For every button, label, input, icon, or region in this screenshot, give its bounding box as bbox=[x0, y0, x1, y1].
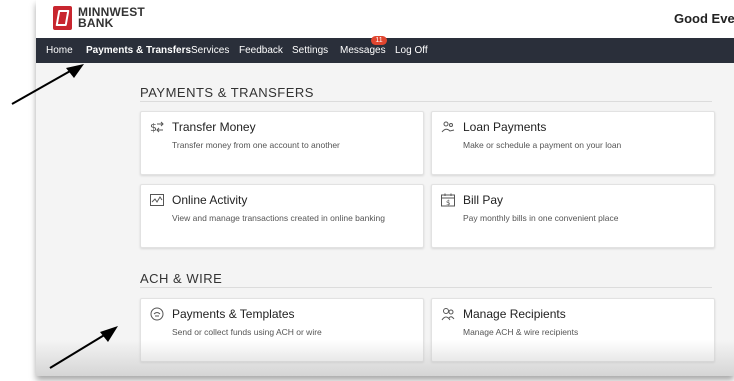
nav-services[interactable]: Services bbox=[191, 45, 229, 56]
minnwest-logo-icon[interactable] bbox=[53, 6, 72, 30]
card-title: Transfer Money bbox=[172, 120, 256, 134]
payments-templates-icon bbox=[150, 307, 164, 321]
messages-count-badge: 11 bbox=[371, 36, 387, 45]
card-online-activity[interactable]: Online Activity View and manage transact… bbox=[140, 184, 424, 248]
section-title-ach-wire: ACH & WIRE bbox=[140, 271, 223, 286]
recipients-icon bbox=[441, 308, 455, 321]
card-bill-pay[interactable]: $ Bill Pay Pay monthly bills in one conv… bbox=[431, 184, 715, 248]
bill-calendar-icon: $ bbox=[441, 193, 455, 207]
section-divider bbox=[140, 101, 712, 102]
nav-log-off[interactable]: Log Off bbox=[395, 45, 428, 56]
svg-text:$: $ bbox=[150, 121, 157, 134]
nav-payments-transfers[interactable]: Payments & Transfers bbox=[86, 45, 191, 56]
card-description: Manage ACH & wire recipients bbox=[463, 327, 579, 337]
header-bar: MINNWEST BANK Good Eveni bbox=[36, 0, 734, 38]
transfer-icon: $ bbox=[150, 121, 164, 134]
card-title: Bill Pay bbox=[463, 193, 504, 207]
card-manage-recipients[interactable]: Manage Recipients Manage ACH & wire reci… bbox=[431, 298, 715, 362]
section-divider bbox=[140, 287, 712, 288]
section-title-payments-transfers: PAYMENTS & TRANSFERS bbox=[140, 85, 314, 100]
card-description: View and manage transactions created in … bbox=[172, 213, 385, 223]
browser-page: MINNWEST BANK Good Eveni Home Payments &… bbox=[36, 0, 734, 376]
nav-messages[interactable]: Messages bbox=[340, 45, 386, 56]
activity-chart-icon bbox=[150, 194, 164, 206]
annotation-arrow-payments-transfers bbox=[11, 64, 84, 105]
annotation-arrow-payments-templates bbox=[49, 326, 118, 369]
nav-feedback[interactable]: Feedback bbox=[239, 45, 283, 56]
main-nav: Home Payments & Transfers Services Feedb… bbox=[36, 36, 734, 63]
loan-icon bbox=[441, 121, 455, 133]
card-title: Online Activity bbox=[172, 193, 248, 207]
card-title: Payments & Templates bbox=[172, 307, 295, 321]
nav-home[interactable]: Home bbox=[46, 45, 73, 56]
card-transfer-money[interactable]: $ Transfer Money Transfer money from one… bbox=[140, 111, 424, 175]
card-description: Pay monthly bills in one convenient plac… bbox=[463, 213, 619, 223]
greeting-text: Good Eveni bbox=[674, 11, 734, 26]
card-description: Make or schedule a payment on your loan bbox=[463, 140, 622, 150]
card-payments-templates[interactable]: Payments & Templates Send or collect fun… bbox=[140, 298, 424, 362]
card-description: Transfer money from one account to anoth… bbox=[172, 140, 340, 150]
card-description: Send or collect funds using ACH or wire bbox=[172, 327, 322, 337]
card-title: Manage Recipients bbox=[463, 307, 566, 321]
brand-line-2: BANK bbox=[78, 16, 114, 30]
nav-settings[interactable]: Settings bbox=[292, 45, 328, 56]
svg-text:$: $ bbox=[446, 199, 450, 207]
brand-name[interactable]: MINNWEST BANK bbox=[78, 6, 145, 30]
card-loan-payments[interactable]: Loan Payments Make or schedule a payment… bbox=[431, 111, 715, 175]
card-title: Loan Payments bbox=[463, 120, 547, 134]
